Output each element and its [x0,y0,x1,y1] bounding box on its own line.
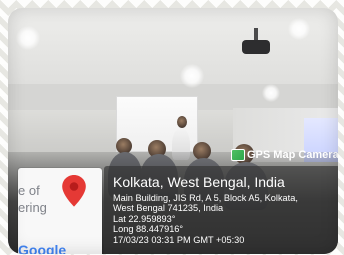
map-pin-icon [62,175,86,207]
location-overlay: Kolkata, West Bengal, India Main Buildin… [104,166,338,254]
photo-frame: e of ering Google GPS Map Camera Kolkata… [0,0,344,255]
projector [242,40,270,54]
classroom-photo: e of ering Google GPS Map Camera Kolkata… [8,8,338,254]
ceiling-light [262,84,280,102]
map-thumbnail: e of ering Google [18,168,102,254]
map-label-line-2: ering [18,200,47,215]
gps-badge: GPS Map Camera [231,145,338,165]
ceiling-light [288,18,310,40]
ceiling-light [16,26,40,50]
gps-map-camera-icon [231,149,245,161]
map-label: e of ering [18,182,60,216]
ceiling-light [180,64,204,88]
presenter-head [177,116,187,128]
gps-badge-label: GPS Map Camera [247,149,338,161]
google-logo-text: Google [18,242,67,254]
latitude: Lat 22.959893° [113,213,176,224]
map-label-line-1: e of [18,183,40,198]
location-title: Kolkata, West Bengal, India [113,174,285,190]
address-line-2: West Bengal 741235, India [113,203,224,214]
timestamp: 17/03/23 03:31 PM GMT +05:30 [113,234,245,245]
address-line-1: Main Building, JIS Rd, A 5, Block A5, Ko… [113,193,298,203]
google-logo: Google [18,243,66,254]
longitude: Long 88.447916° [113,224,184,235]
